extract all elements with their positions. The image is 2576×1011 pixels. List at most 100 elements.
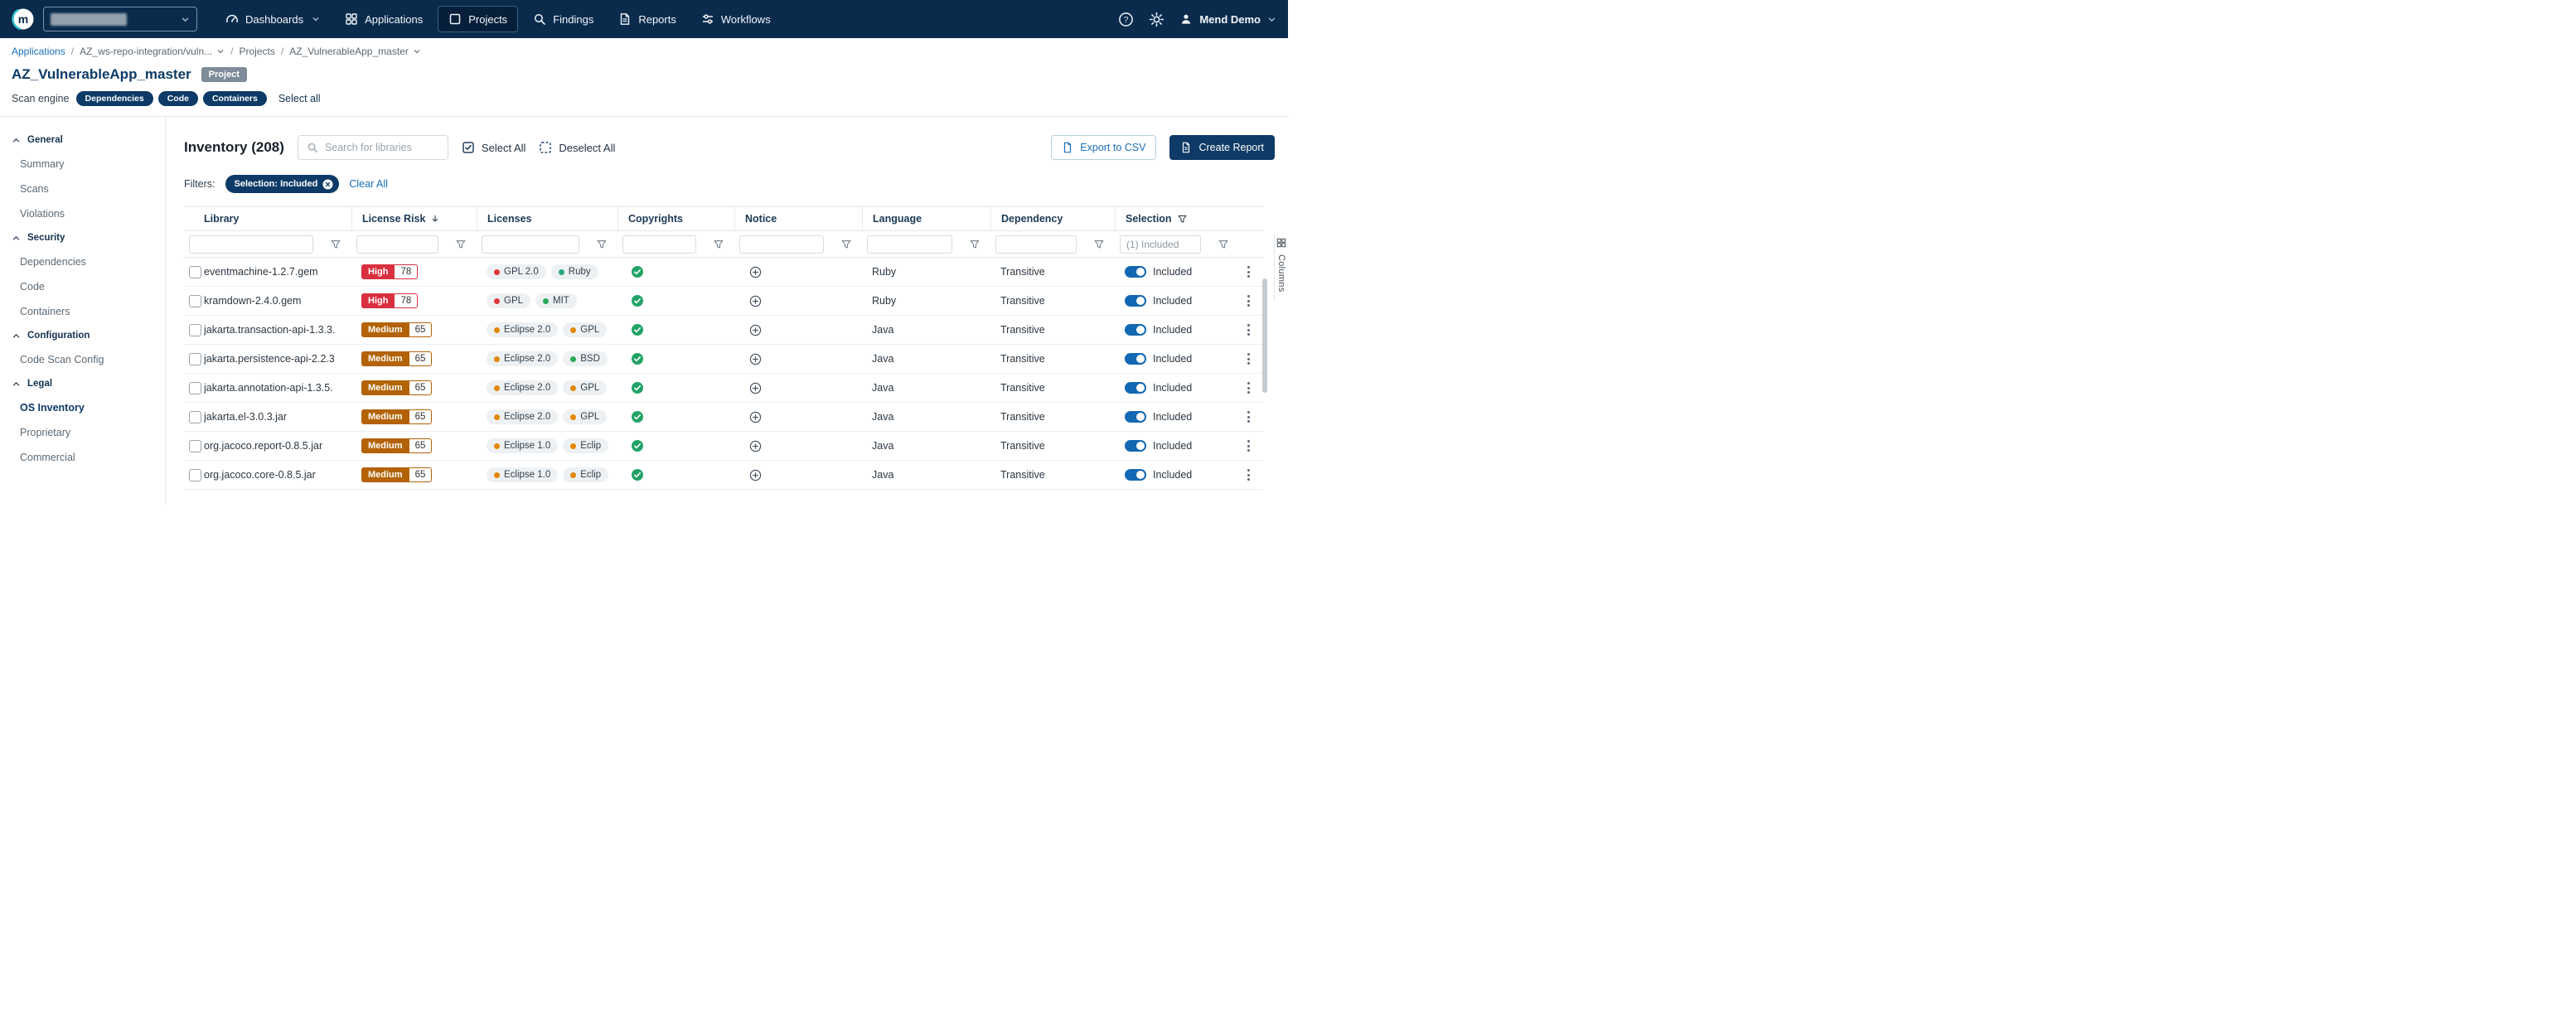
sidebar-item-containers[interactable]: Containers [0, 299, 165, 324]
filter-funnel-icon[interactable] [713, 239, 724, 250]
nav-item-reports[interactable]: Reports [608, 7, 686, 31]
sidebar-item-commercial[interactable]: Commercial [0, 445, 165, 470]
filter-funnel-icon[interactable] [1093, 239, 1105, 250]
filter-funnel-icon[interactable] [330, 239, 341, 250]
filter-input-dependency[interactable] [995, 235, 1077, 254]
row-checkbox[interactable] [189, 440, 201, 452]
nav-item-applications[interactable]: Applications [335, 7, 433, 31]
clear-all-link[interactable]: Clear All [349, 178, 388, 190]
sidebar-item-summary[interactable]: Summary [0, 152, 165, 177]
add-notice-icon[interactable] [749, 440, 762, 452]
org-selector[interactable] [43, 7, 197, 31]
column-header-license-risk[interactable]: License Risk [351, 207, 477, 230]
sidebar-section-title-general[interactable]: General [0, 128, 165, 152]
create-report-button[interactable]: Create Report [1169, 135, 1275, 160]
filter-input-licenses[interactable] [482, 235, 579, 254]
sidebar-item-scans[interactable]: Scans [0, 177, 165, 201]
filter-funnel-icon[interactable] [455, 239, 467, 250]
row-checkbox[interactable] [189, 295, 201, 307]
filter-funnel-icon[interactable] [1218, 239, 1229, 250]
selection-toggle[interactable] [1125, 324, 1146, 336]
row-menu-button[interactable] [1242, 437, 1255, 455]
breadcrumb-item-az-ws-repo-integration-vuln[interactable]: AZ_ws-repo-integration/vuln... [80, 46, 225, 57]
library-name[interactable]: eventmachine-1.2.7.gem [204, 258, 351, 286]
sidebar-section-title-legal[interactable]: Legal [0, 372, 165, 395]
help-icon[interactable]: ? [1118, 12, 1134, 27]
library-name[interactable]: org.jacoco.report-0.8.5.jar [204, 432, 351, 460]
row-menu-button[interactable] [1242, 292, 1255, 310]
column-header-selection[interactable]: Selection [1115, 207, 1239, 230]
column-header-notice[interactable]: Notice [734, 207, 862, 230]
export-csv-button[interactable]: Export to CSV [1051, 135, 1156, 160]
selection-toggle[interactable] [1125, 411, 1146, 423]
scan-engine-select-all-link[interactable]: Select all [278, 93, 321, 104]
scan-engine-badge-dependencies[interactable]: Dependencies [76, 91, 153, 106]
sidebar-item-os-inventory[interactable]: OS Inventory [0, 395, 165, 420]
selection-toggle[interactable] [1125, 353, 1146, 365]
column-header-licenses[interactable]: Licenses [477, 207, 617, 230]
filter-funnel-icon[interactable] [969, 239, 981, 250]
filter-input-notice[interactable] [739, 235, 824, 254]
add-notice-icon[interactable] [749, 469, 762, 481]
column-header-library[interactable]: Library [184, 207, 351, 230]
filter-input-language[interactable] [867, 235, 952, 254]
sidebar-item-dependencies[interactable]: Dependencies [0, 249, 165, 274]
filter-funnel-icon[interactable] [596, 239, 608, 250]
row-checkbox[interactable] [189, 353, 201, 365]
column-header-language[interactable]: Language [862, 207, 990, 230]
row-menu-button[interactable] [1242, 263, 1255, 281]
add-notice-icon[interactable] [749, 266, 762, 278]
chevron-down-icon[interactable] [413, 47, 421, 56]
search-input[interactable] [325, 142, 439, 153]
selection-filter-chip[interactable]: Selection: Included [225, 175, 340, 193]
deselect-all-button[interactable]: Deselect All [539, 141, 615, 154]
row-menu-button[interactable] [1242, 350, 1255, 368]
selection-toggle[interactable] [1125, 469, 1146, 481]
remove-filter-icon[interactable] [322, 179, 333, 190]
filter-input-selection[interactable] [1120, 235, 1201, 254]
selection-toggle[interactable] [1125, 440, 1146, 452]
row-menu-button[interactable] [1242, 408, 1255, 426]
selection-toggle[interactable] [1125, 295, 1146, 307]
user-menu[interactable]: Mend Demo [1179, 12, 1276, 26]
add-notice-icon[interactable] [749, 324, 762, 336]
selection-toggle[interactable] [1125, 266, 1146, 278]
sidebar-item-code[interactable]: Code [0, 274, 165, 299]
sidebar-item-violations[interactable]: Violations [0, 201, 165, 226]
gear-icon[interactable] [1149, 12, 1165, 27]
row-menu-button[interactable] [1242, 379, 1255, 397]
sidebar-section-title-configuration[interactable]: Configuration [0, 324, 165, 347]
select-all-button[interactable]: Select All [462, 141, 525, 154]
library-name[interactable]: jakarta.annotation-api-1.3.5. [204, 374, 351, 402]
row-checkbox[interactable] [189, 382, 201, 394]
sidebar-item-proprietary[interactable]: Proprietary [0, 420, 165, 445]
add-notice-icon[interactable] [749, 353, 762, 365]
column-header-dependency[interactable]: Dependency [990, 207, 1115, 230]
filter-input-copyrights[interactable] [622, 235, 696, 254]
sidebar-section-title-security[interactable]: Security [0, 226, 165, 249]
add-notice-icon[interactable] [749, 382, 762, 394]
scan-engine-badge-containers[interactable]: Containers [203, 91, 267, 106]
breadcrumb-item-az-vulnerableapp-master[interactable]: AZ_VulnerableApp_master [289, 46, 421, 57]
scan-engine-badge-code[interactable]: Code [158, 91, 198, 106]
selection-toggle[interactable] [1125, 382, 1146, 394]
column-header-copyrights[interactable]: Copyrights [617, 207, 734, 230]
library-name[interactable]: jakarta.el-3.0.3.jar [204, 403, 351, 431]
filter-input-license-risk[interactable] [356, 235, 438, 254]
sidebar-item-code-scan-config[interactable]: Code Scan Config [0, 347, 165, 372]
row-checkbox[interactable] [189, 266, 201, 278]
nav-item-projects[interactable]: Projects [438, 6, 518, 32]
row-menu-button[interactable] [1242, 466, 1255, 484]
chevron-down-icon[interactable] [216, 47, 225, 56]
filter-funnel-icon[interactable] [840, 239, 852, 250]
nav-item-workflows[interactable]: Workflows [691, 7, 781, 31]
library-name[interactable]: jakarta.persistence-api-2.2.3 [204, 345, 351, 373]
nav-item-findings[interactable]: Findings [523, 7, 603, 31]
breadcrumb-item-applications[interactable]: Applications [12, 46, 65, 57]
row-checkbox[interactable] [189, 411, 201, 423]
vertical-scrollbar[interactable] [1262, 278, 1267, 393]
add-notice-icon[interactable] [749, 411, 762, 423]
nav-item-dashboards[interactable]: Dashboards [215, 7, 330, 31]
row-checkbox[interactable] [189, 469, 201, 481]
add-notice-icon[interactable] [749, 295, 762, 307]
